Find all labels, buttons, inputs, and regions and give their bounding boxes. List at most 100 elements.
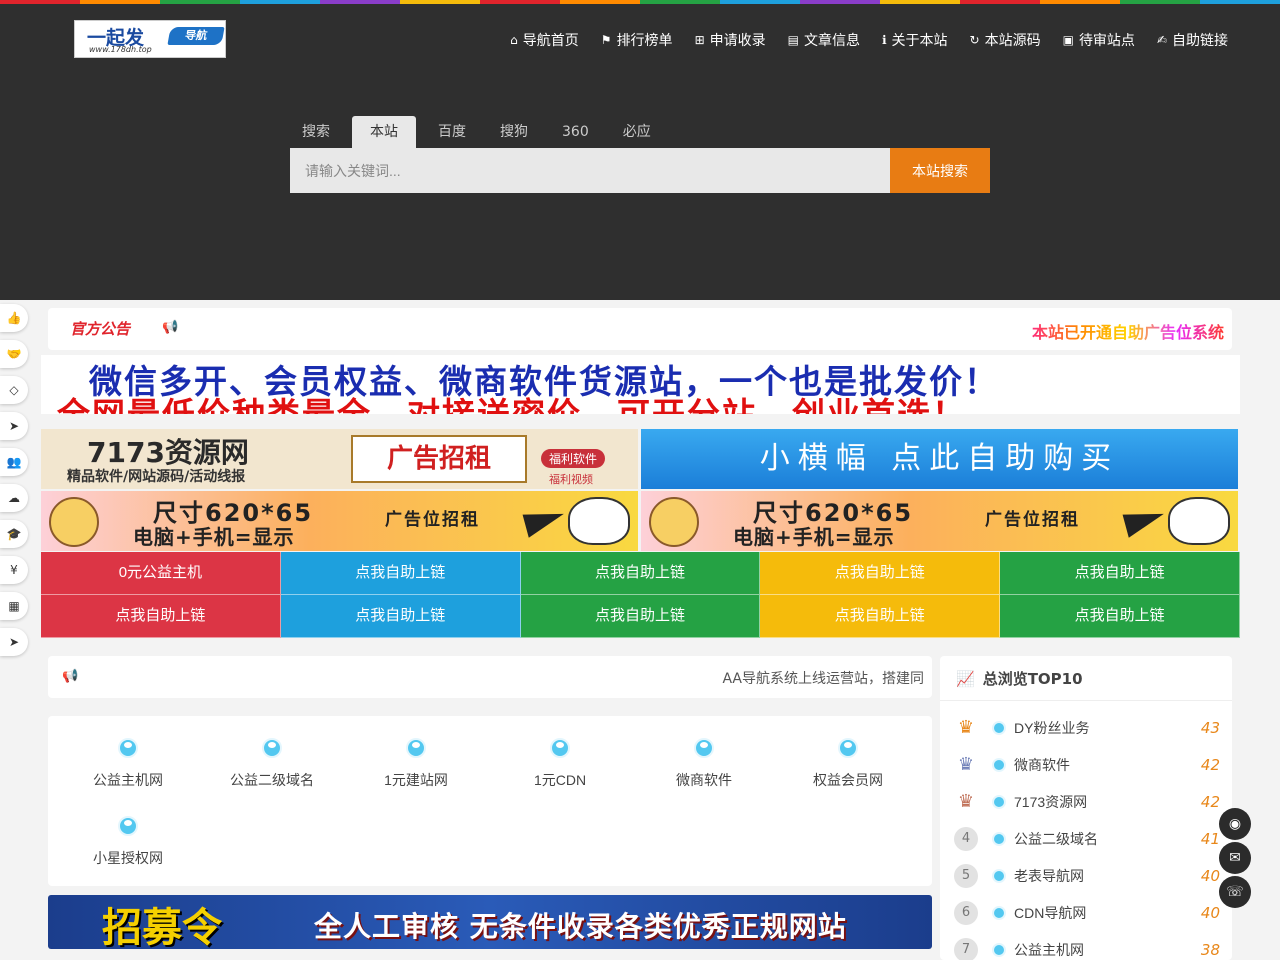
self-link-cell[interactable]: 点我自助上链 bbox=[760, 595, 1001, 638]
site-card[interactable]: 权益会员网 bbox=[776, 738, 920, 790]
grid-icon[interactable]: ▦ bbox=[0, 592, 28, 620]
refresh-icon: ↻ bbox=[969, 33, 980, 47]
search-input[interactable] bbox=[290, 148, 890, 193]
nav-item-3[interactable]: ⊞ 申请收录 bbox=[695, 30, 766, 50]
announcement-bar: 官方公告 📢 本站已开通自助广告位系统 bbox=[48, 308, 1232, 350]
self-link-cell[interactable]: 点我自助上链 bbox=[280, 552, 521, 595]
ad-small-banner-buy[interactable]: 小横幅 点此自助购买 bbox=[641, 429, 1238, 489]
rank-site-name: 老表导航网 bbox=[1014, 868, 1084, 884]
cat-mascot-icon bbox=[568, 497, 630, 545]
announcement-marquee[interactable]: 本站已开通自助广告位系统 bbox=[1032, 319, 1224, 343]
bullhorn-icon: 📢 bbox=[162, 320, 179, 335]
wechat-icon[interactable]: ☏ bbox=[1219, 876, 1251, 908]
main-ad-banner[interactable]: 微信多开、会员权益、微商软件货源站，一个也是批发价！ 全网最低价种类最全，对接送… bbox=[41, 355, 1240, 414]
nav-label: 关于本站 bbox=[891, 33, 948, 49]
yen-icon[interactable]: ¥ bbox=[0, 556, 28, 584]
rank-site-name: 公益二级域名 bbox=[1014, 831, 1098, 847]
site-card[interactable]: 微商软件 bbox=[632, 738, 776, 790]
site-card[interactable]: 公益主机网 bbox=[56, 738, 200, 790]
rank-item[interactable]: 5 老表导航网 40 bbox=[954, 864, 1220, 888]
site-favicon-icon bbox=[992, 906, 1006, 920]
diamond-icon[interactable]: ◇ bbox=[0, 376, 28, 404]
site-name: 1元建站网 bbox=[384, 772, 448, 788]
envelope-icon[interactable]: ✉ bbox=[1219, 842, 1251, 874]
handshake-icon[interactable]: 🤝 bbox=[0, 340, 28, 368]
site-name: 权益会员网 bbox=[813, 772, 883, 788]
rank-item[interactable]: 6 CDN导航网 40 bbox=[954, 901, 1220, 925]
nav-item-2[interactable]: ⚑ 排行榜单 bbox=[601, 30, 673, 50]
site-card[interactable]: 1元建站网 bbox=[344, 738, 488, 790]
site-card[interactable]: 公益二级域名 bbox=[200, 738, 344, 790]
site-card[interactable]: 小星授权网 bbox=[56, 816, 200, 868]
rank-view-count: 42 bbox=[1200, 793, 1220, 811]
ad-rent-slot-left[interactable]: 尺寸620*65 电脑+手机=显示 广告位招租 bbox=[41, 491, 638, 551]
nav-item-7[interactable]: ▣ 待审站点 bbox=[1063, 30, 1135, 50]
nav-label: 本站源码 bbox=[984, 33, 1041, 49]
top10-panel: 📈 总浏览TOP10 ♛ DY粉丝业务 43 ♛ 微商软件 42 ♛ 7173资源网 42 4 公益… bbox=[940, 656, 1232, 960]
rank-item[interactable]: 7 公益主机网 38 bbox=[954, 938, 1220, 960]
rank-number: 4 bbox=[954, 827, 978, 851]
rank-number: 7 bbox=[954, 938, 978, 960]
self-link-cell[interactable]: 点我自助上链 bbox=[520, 552, 761, 595]
thumbs-up-icon[interactable]: 👍 bbox=[0, 304, 28, 332]
self-link-cell[interactable]: 点我自助上链 bbox=[41, 595, 281, 638]
search-tab-1[interactable]: 搜索 bbox=[290, 116, 342, 148]
graduation-cap-icon[interactable]: 🎓 bbox=[0, 520, 28, 548]
search-button[interactable]: 本站搜索 bbox=[890, 148, 990, 193]
search-tab-2[interactable]: 本站 bbox=[352, 116, 416, 148]
self-link-cell[interactable]: 0元公益主机 bbox=[41, 552, 281, 595]
announcement-badge: 官方公告 bbox=[70, 320, 131, 338]
self-link-cell[interactable]: 点我自助上链 bbox=[280, 595, 521, 638]
users-icon[interactable]: 👥 bbox=[0, 448, 28, 476]
rank-number: 5 bbox=[954, 864, 978, 888]
nav-label: 排行榜单 bbox=[616, 33, 673, 49]
mascot-girl-icon bbox=[649, 497, 699, 547]
rank-item[interactable]: 4 公益二级域名 41 bbox=[954, 827, 1220, 851]
search-tab-4[interactable]: 搜狗 bbox=[488, 116, 540, 148]
send-icon[interactable]: ➤ bbox=[0, 628, 28, 656]
rank-item[interactable]: ♛ 微商软件 42 bbox=[954, 753, 1220, 777]
paper-plane-icon bbox=[1122, 504, 1168, 538]
rank-item[interactable]: ♛ DY粉丝业务 43 bbox=[954, 716, 1220, 740]
rank-view-count: 43 bbox=[1200, 719, 1220, 737]
cloud-icon[interactable]: ☁ bbox=[0, 484, 28, 512]
self-link-cell[interactable]: 点我自助上链 bbox=[520, 595, 761, 638]
nav-item-1[interactable]: ⌂ 导航首页 bbox=[510, 30, 579, 50]
ad-7173[interactable]: 7173资源网 精品软件/网站源码/活动线报 广告招租 福利软件 福利视频 bbox=[41, 429, 638, 489]
site-logo[interactable]: 一起发 www.178dh.top 导航 bbox=[74, 20, 226, 58]
search-tab-6[interactable]: 必应 bbox=[611, 116, 663, 148]
nav-item-5[interactable]: ℹ 关于本站 bbox=[882, 30, 948, 50]
cat-mascot-icon bbox=[1168, 497, 1230, 545]
nav-item-4[interactable]: ▤ 文章信息 bbox=[788, 30, 860, 50]
site-favicon-icon bbox=[694, 738, 714, 758]
recruit-banner[interactable]: 招募令 全人工审核 无条件收录各类优秀正规网站 bbox=[48, 895, 932, 949]
send-icon[interactable]: ➤ bbox=[0, 412, 28, 440]
search-tab-5[interactable]: 360 bbox=[550, 116, 601, 148]
nav-item-8[interactable]: ✍ 自助链接 bbox=[1157, 30, 1228, 50]
header-hero: 一起发 www.178dh.top 导航 ⌂ 导航首页 ⚑ 排行榜单 ⊞ 申请收录 ▤ 文章信… bbox=[0, 4, 1280, 300]
ad-rent-slot-right[interactable]: 尺寸620*65 电脑+手机=显示 广告位招租 bbox=[641, 491, 1238, 551]
self-link-cell[interactable]: 点我自助上链 bbox=[760, 552, 1001, 595]
site-card[interactable]: 1元CDN bbox=[488, 738, 632, 790]
ad-7173-tag1: 福利软件 bbox=[541, 449, 606, 468]
left-float-sidebar: 👍 🤝 ◇ ➤ 👥 ☁ 🎓 ¥ ▦ ➤ bbox=[0, 300, 28, 664]
line-chart-icon: 📈 bbox=[956, 669, 975, 688]
nav-label: 文章信息 bbox=[803, 33, 860, 49]
self-link-cell[interactable]: 点我自助上链 bbox=[1000, 552, 1240, 595]
search-tab-3[interactable]: 百度 bbox=[426, 116, 478, 148]
ad-7173-title: 7173资源网 bbox=[87, 436, 249, 469]
rank-site-name: CDN导航网 bbox=[1014, 905, 1087, 921]
rank-view-count: 40 bbox=[1200, 867, 1220, 885]
rank-number: 6 bbox=[954, 901, 978, 925]
ad-7173-frame: 广告招租 bbox=[351, 435, 527, 483]
rank-item[interactable]: ♛ 7173资源网 42 bbox=[954, 790, 1220, 814]
self-link-cell[interactable]: 点我自助上链 bbox=[1000, 595, 1240, 638]
site-name: 1元CDN bbox=[533, 772, 587, 788]
nav-label: 申请收录 bbox=[709, 33, 766, 49]
site-favicon-icon bbox=[992, 721, 1006, 735]
nav-item-6[interactable]: ↻ 本站源码 bbox=[970, 30, 1041, 50]
notice-secondary-text[interactable]: AA导航系统上线运营站，搭建同 bbox=[722, 668, 924, 688]
divider bbox=[940, 700, 1232, 701]
qq-icon[interactable]: ◉ bbox=[1219, 808, 1251, 840]
site-favicon-icon bbox=[550, 738, 570, 758]
